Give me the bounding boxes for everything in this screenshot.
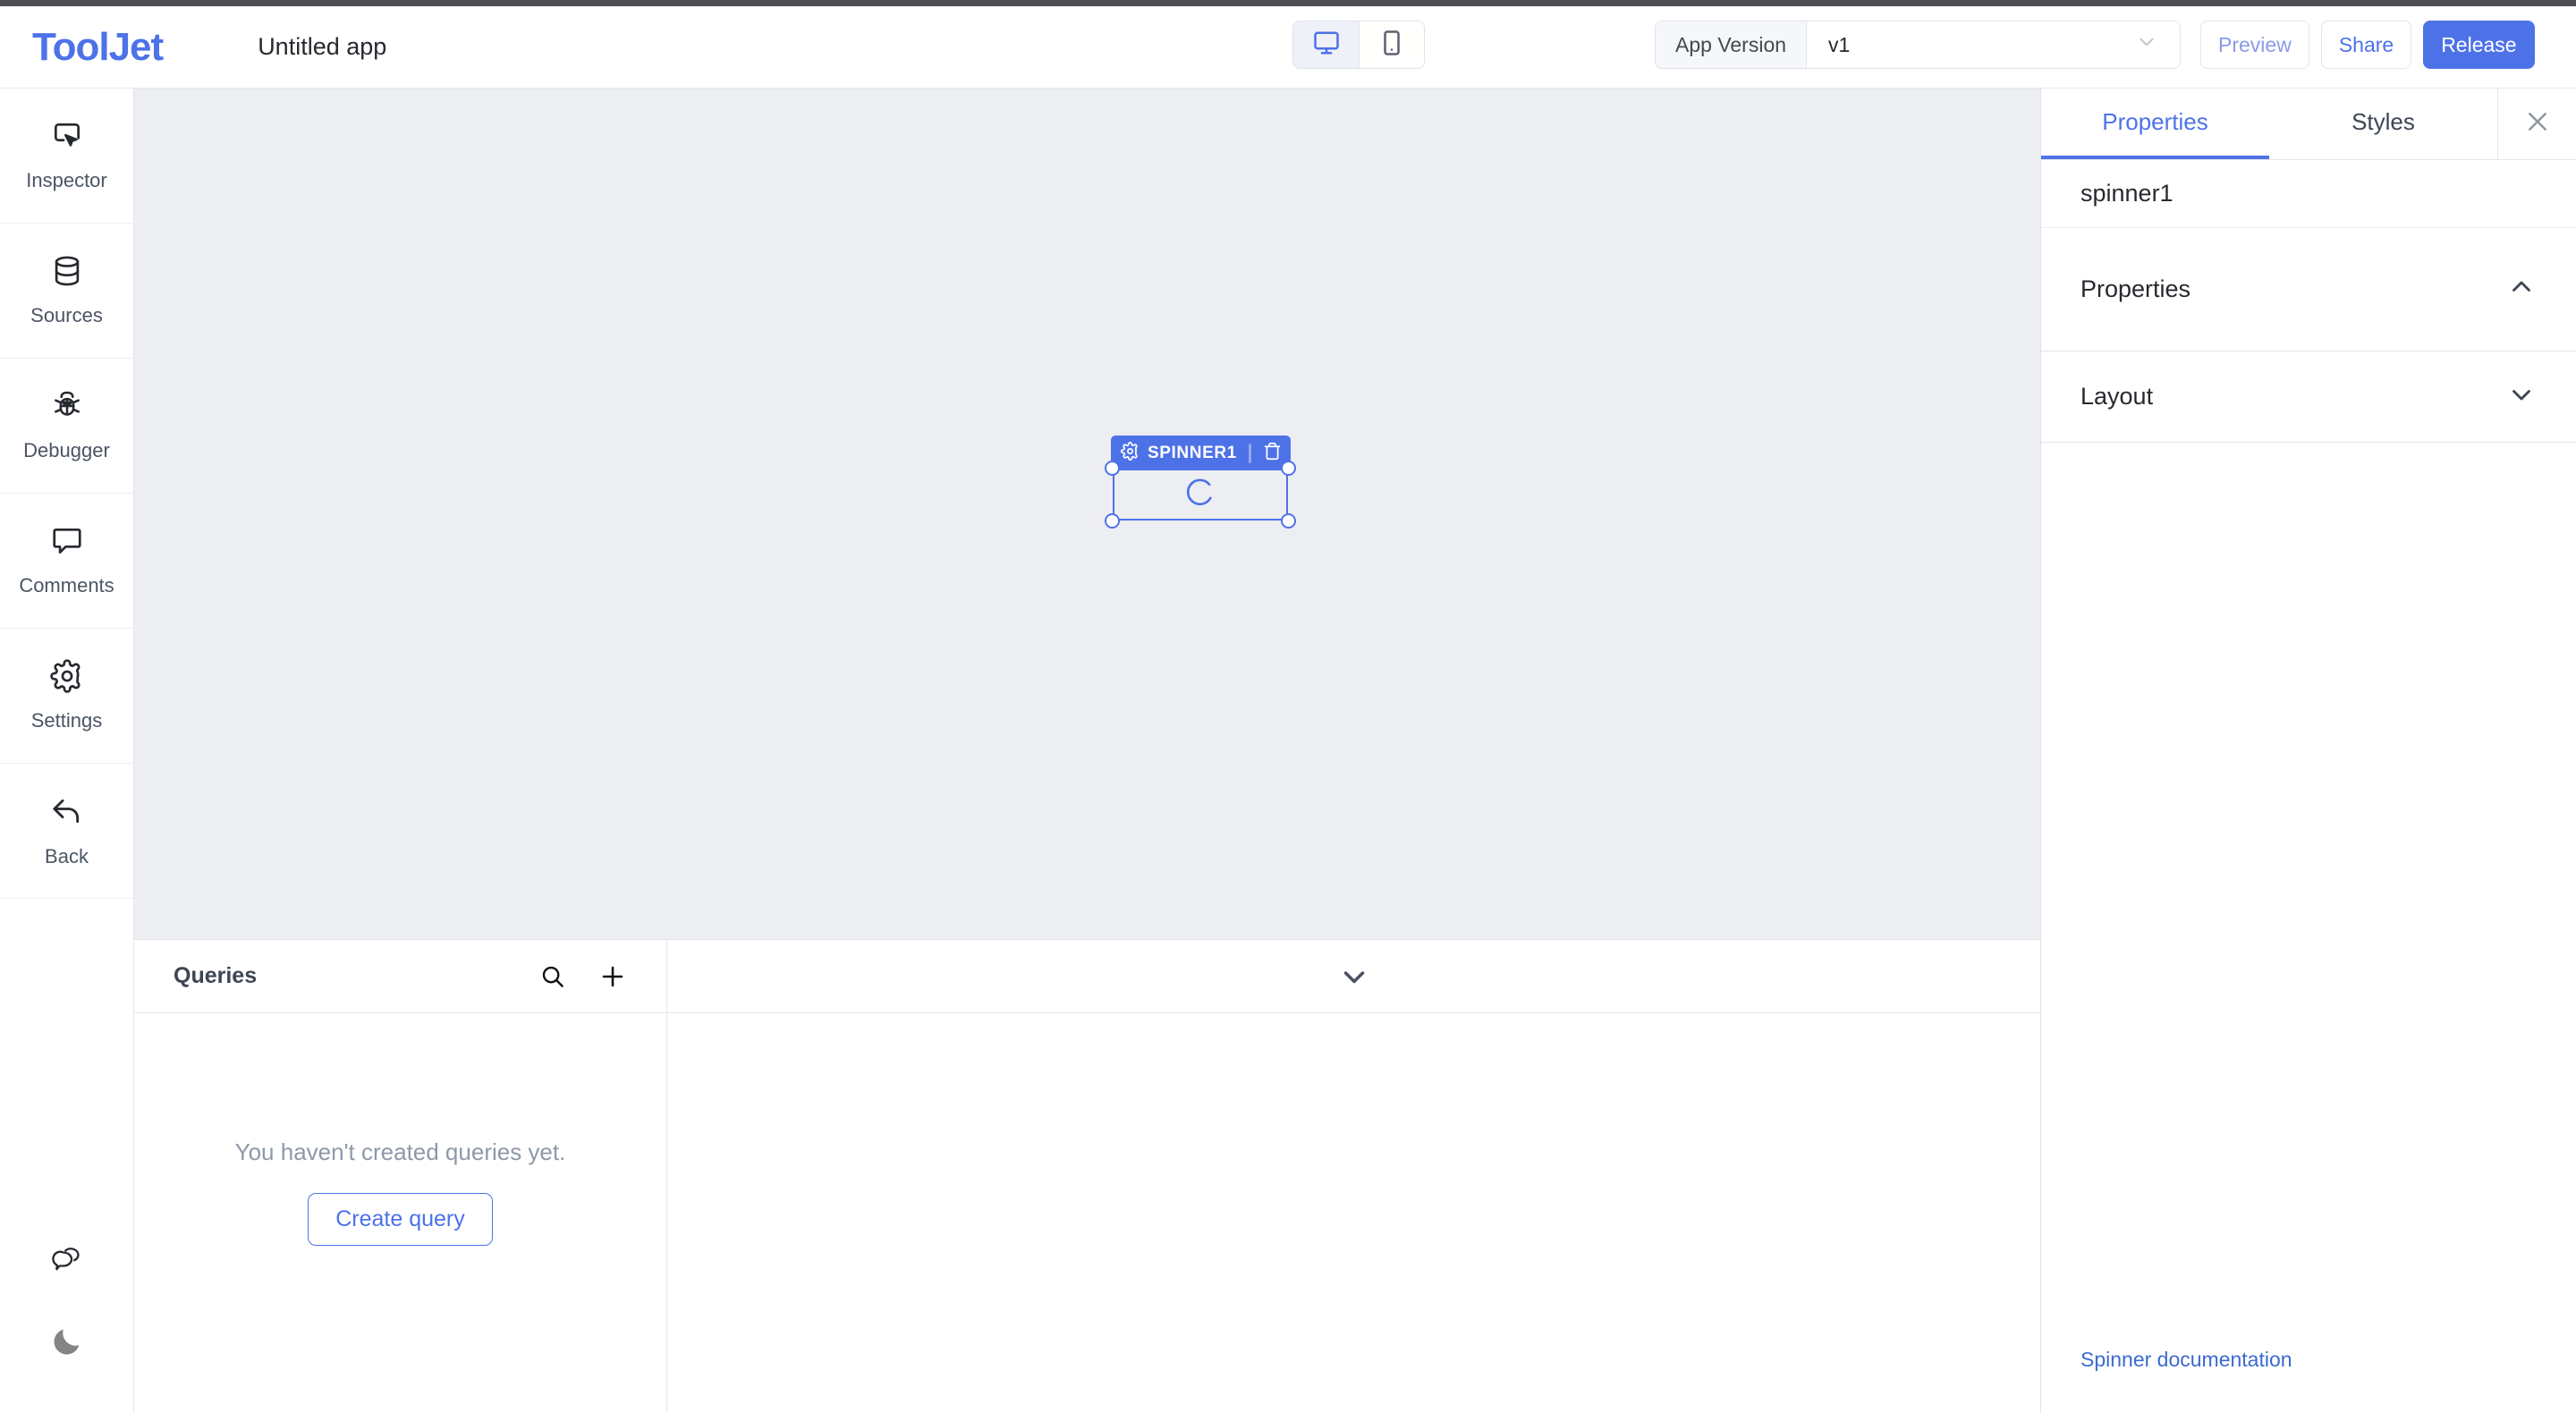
accordion-properties-header[interactable]: Properties — [2041, 228, 2576, 351]
tooljet-app-builder: ToolJet Untitled app App Version v1 Prev… — [0, 0, 2576, 1413]
resize-handle-bottom-left[interactable] — [1105, 513, 1120, 529]
preview-button[interactable]: Preview — [2200, 21, 2309, 69]
queries-empty-state: You haven't created queries yet. Create … — [134, 1013, 666, 1413]
moon-icon[interactable] — [49, 1324, 85, 1359]
chevron-down-icon — [2135, 30, 2158, 59]
sidebar-item-label: Debugger — [23, 439, 110, 461]
tab-styles[interactable]: Styles — [2269, 89, 2497, 159]
release-button[interactable]: Release — [2423, 21, 2535, 69]
empty-state-text: You haven't created queries yet. — [234, 1138, 566, 1165]
chevron-down-icon[interactable] — [1337, 960, 1371, 994]
app-canvas[interactable]: SPINNER1 — [134, 89, 2040, 940]
queries-panel: Queries You haven't created queries yet.… — [134, 940, 2040, 1413]
top-strip — [0, 0, 2576, 6]
query-editor-header — [667, 940, 2040, 1013]
spinner-widget-body — [1113, 469, 1288, 520]
spinner-icon — [1182, 474, 1219, 516]
inspector-icon — [50, 119, 84, 157]
app-header: ToolJet Untitled app App Version v1 Prev… — [0, 6, 2576, 89]
desktop-icon — [1313, 30, 1340, 61]
share-button[interactable]: Share — [2320, 21, 2412, 69]
panel-spacer — [2041, 443, 2576, 1348]
widget-toolbar-divider — [1248, 443, 1251, 463]
resize-handle-top-right[interactable] — [1281, 461, 1296, 476]
query-editor-pane — [667, 940, 2040, 1413]
back-arrow-icon — [49, 793, 85, 833]
mobile-icon — [1378, 30, 1405, 61]
panel-tabs: Properties Styles — [2041, 89, 2576, 160]
sidebar-item-label: Back — [45, 845, 89, 867]
plus-icon[interactable] — [598, 962, 627, 991]
bug-icon — [50, 389, 84, 427]
sidebar-item-label: Sources — [30, 304, 103, 326]
header-actions: Preview Share Release — [2200, 21, 2535, 69]
component-name[interactable]: spinner1 — [2041, 160, 2576, 228]
widget-toolbar: SPINNER1 — [1111, 436, 1291, 470]
resize-handle-top-left[interactable] — [1105, 461, 1120, 476]
trash-icon[interactable] — [1263, 442, 1282, 465]
accordion-layout-header[interactable]: Layout — [2041, 351, 2576, 442]
sidebar-item-label: Comments — [19, 574, 114, 597]
close-icon — [2523, 107, 2552, 140]
gear-icon — [49, 659, 84, 698]
sidebar-item-inspector[interactable]: Inspector — [0, 89, 133, 224]
device-toggle — [1292, 21, 1425, 69]
accordion-layout: Layout — [2041, 351, 2576, 443]
database-icon — [50, 254, 84, 292]
sidebar-item-settings[interactable]: Settings — [0, 629, 133, 764]
app-title[interactable]: Untitled app — [258, 33, 386, 61]
accordion-properties: Properties — [2041, 228, 2576, 351]
tooljet-logo[interactable]: ToolJet — [32, 25, 164, 70]
chevron-down-icon — [2506, 379, 2537, 414]
queries-title: Queries — [174, 963, 258, 988]
right-properties-panel: Properties Styles spinner1 Properties La… — [2040, 89, 2576, 1413]
tab-properties[interactable]: Properties — [2041, 89, 2269, 159]
sidebar-item-debugger[interactable]: Debugger — [0, 359, 133, 494]
app-version-value: v1 — [1828, 32, 1851, 56]
queries-header: Queries — [134, 940, 666, 1013]
sidebar-item-sources[interactable]: Sources — [0, 224, 133, 359]
accordion-properties-label: Properties — [2080, 275, 2191, 302]
close-panel-button[interactable] — [2497, 89, 2576, 159]
comment-icon — [50, 524, 84, 563]
resize-handle-bottom-right[interactable] — [1281, 513, 1296, 529]
sidebar-item-back[interactable]: Back — [0, 764, 133, 899]
mobile-view-button[interactable] — [1359, 21, 1424, 68]
app-version-label: App Version — [1656, 21, 1808, 68]
chat-support-icon[interactable] — [49, 1241, 85, 1277]
widget-name-label: SPINNER1 — [1148, 443, 1237, 462]
canvas-column: SPINNER1 Queries You haven't created que… — [134, 89, 2040, 1413]
sidebar-item-label: Inspector — [26, 169, 107, 191]
documentation-link[interactable]: Spinner documentation — [2041, 1348, 2576, 1413]
search-icon[interactable] — [539, 963, 566, 990]
chevron-up-icon — [2506, 272, 2537, 307]
left-sidebar: Inspector Sources Debugger Comments Sett… — [0, 89, 134, 1413]
sidebar-bottom-actions — [0, 1241, 133, 1413]
create-query-button[interactable]: Create query — [308, 1193, 493, 1246]
spinner-widget[interactable]: SPINNER1 — [1105, 436, 1296, 529]
app-version-selector: App Version v1 — [1655, 21, 2182, 69]
desktop-view-button[interactable] — [1293, 21, 1359, 68]
accordion-layout-label: Layout — [2080, 383, 2154, 410]
sidebar-item-comments[interactable]: Comments — [0, 494, 133, 629]
queries-list-pane: Queries You haven't created queries yet.… — [134, 940, 667, 1413]
sidebar-item-label: Settings — [30, 709, 103, 732]
gear-icon[interactable] — [1121, 441, 1140, 465]
app-version-dropdown[interactable]: v1 — [1807, 21, 2181, 68]
body: Inspector Sources Debugger Comments Sett… — [0, 89, 2576, 1413]
